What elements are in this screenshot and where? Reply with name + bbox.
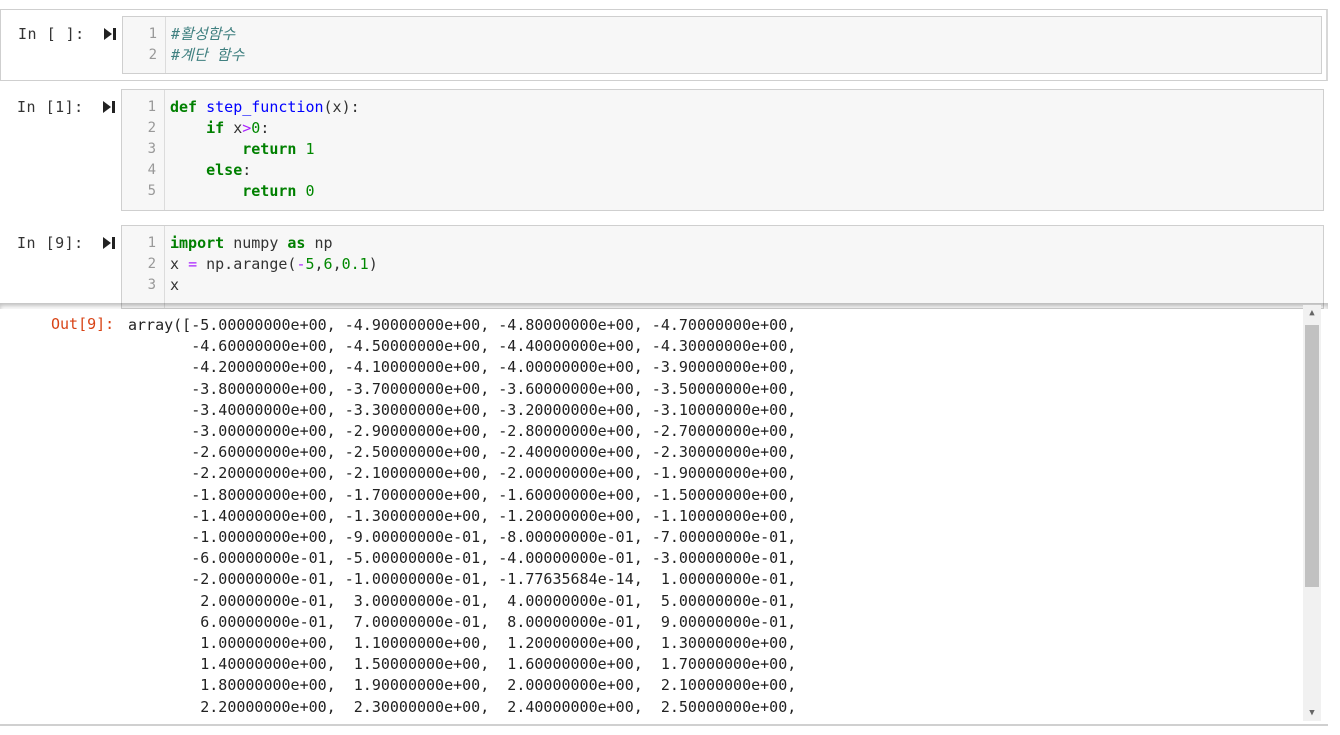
output-area[interactable]: Out[9]: array([-5.00000000e+00, -4.90000… — [0, 305, 1328, 725]
output-text: array([-5.00000000e+00, -4.90000000e+00,… — [128, 316, 797, 716]
code-cell-3[interactable]: In [9]: 1 import numpy as np 2 x = np.ar… — [0, 218, 1328, 309]
line-number: 1 — [148, 26, 157, 42]
code-line: x — [170, 276, 180, 294]
run-cell-icon[interactable] — [102, 100, 116, 114]
code-line: def step_function(x): — [170, 98, 360, 116]
code-line: x = np.arange(-5,6,0.1) — [170, 255, 378, 273]
cell-prompt: In [1]: — [17, 98, 84, 116]
cell-prompt: In [ ]: — [18, 25, 85, 43]
scrollbar-thumb[interactable] — [1305, 325, 1319, 587]
line-number: 1 — [147, 235, 156, 251]
line-number: 2 — [148, 47, 157, 63]
arrow-up-icon[interactable]: ▲ — [1303, 305, 1321, 321]
code-cell-1[interactable]: In [ ]: 1 #활성함수 2 #계단 함수 — [0, 9, 1328, 81]
code-line: import numpy as np — [170, 234, 333, 252]
code-editor[interactable]: 1 def step_function(x): 2 if x>0: 3 retu… — [121, 89, 1324, 211]
arrow-down-icon[interactable]: ▼ — [1303, 705, 1321, 721]
code-line: return 0 — [242, 182, 315, 200]
code-editor[interactable]: 1 #활성함수 2 #계단 함수 — [122, 16, 1322, 74]
run-cell-icon[interactable] — [103, 27, 117, 41]
line-number: 1 — [147, 99, 156, 115]
output-prompt: Out[9]: — [51, 315, 115, 333]
line-number: 3 — [147, 277, 156, 293]
line-number: 2 — [147, 256, 156, 272]
code-line: #계단 함수 — [171, 46, 245, 64]
cell-prompt: In [9]: — [17, 234, 84, 252]
code-line: if x>0: — [206, 119, 270, 137]
line-number: 4 — [147, 162, 156, 178]
output-bottom-border — [0, 724, 1328, 726]
line-number: 3 — [147, 141, 156, 157]
code-line: return 1 — [242, 140, 315, 158]
line-number: 5 — [147, 183, 156, 199]
line-number: 2 — [147, 120, 156, 136]
run-cell-icon[interactable] — [102, 236, 116, 250]
code-editor[interactable]: 1 import numpy as np 2 x = np.arange(-5,… — [121, 225, 1324, 309]
code-line: else: — [206, 161, 252, 179]
code-cell-2[interactable]: In [1]: 1 def step_function(x): 2 if x>0… — [0, 82, 1328, 214]
output-scrollbar[interactable]: ▲ ▼ — [1303, 305, 1321, 721]
code-line: #활성함수 — [171, 25, 236, 43]
